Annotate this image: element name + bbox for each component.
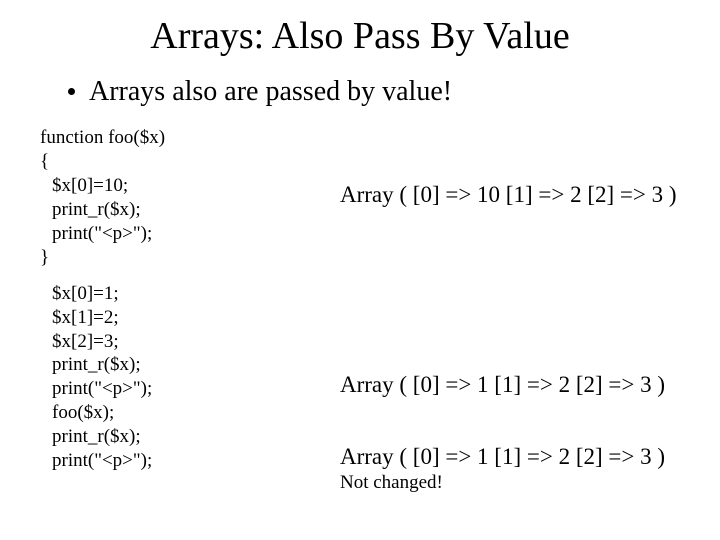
output-line-1: Array ( [0] => 10 [1] => 2 [2] => 3 ) [340,182,677,208]
bullet-text: Arrays also are passed by value! [89,76,452,107]
output-line-2: Array ( [0] => 1 [1] => 2 [2] => 3 ) [340,372,665,398]
output-note: Not changed! [340,472,665,494]
code-line: print("<p>"); [40,449,340,473]
code-line: { [40,150,340,174]
code-line: print_r($x); [40,198,340,222]
code-line: $x[2]=3; [40,330,340,354]
bullet-item: Arrays also are passed by value! [68,76,680,108]
code-line: print("<p>"); [40,222,340,246]
code-line: } [40,246,340,270]
output-block-3: Array ( [0] => 1 [1] => 2 [2] => 3 ) Not… [340,444,665,494]
content-columns: function foo($x) { $x[0]=10; print_r($x)… [40,126,680,473]
code-line: print_r($x); [40,425,340,449]
code-line: print_r($x); [40,353,340,377]
code-line: $x[0]=1; [40,282,340,306]
bullet-dot-icon [68,88,75,95]
output-line-3: Array ( [0] => 1 [1] => 2 [2] => 3 ) [340,444,665,470]
code-line: print("<p>"); [40,377,340,401]
spacer [40,270,340,282]
code-line: function foo($x) [40,126,340,150]
code-line: $x[1]=2; [40,306,340,330]
slide-title: Arrays: Also Pass By Value [40,14,680,58]
code-line: foo($x); [40,401,340,425]
output-column: Array ( [0] => 10 [1] => 2 [2] => 3 ) Ar… [340,126,680,473]
code-column: function foo($x) { $x[0]=10; print_r($x)… [40,126,340,473]
code-line: $x[0]=10; [40,174,340,198]
slide: Arrays: Also Pass By Value Arrays also a… [0,0,720,493]
